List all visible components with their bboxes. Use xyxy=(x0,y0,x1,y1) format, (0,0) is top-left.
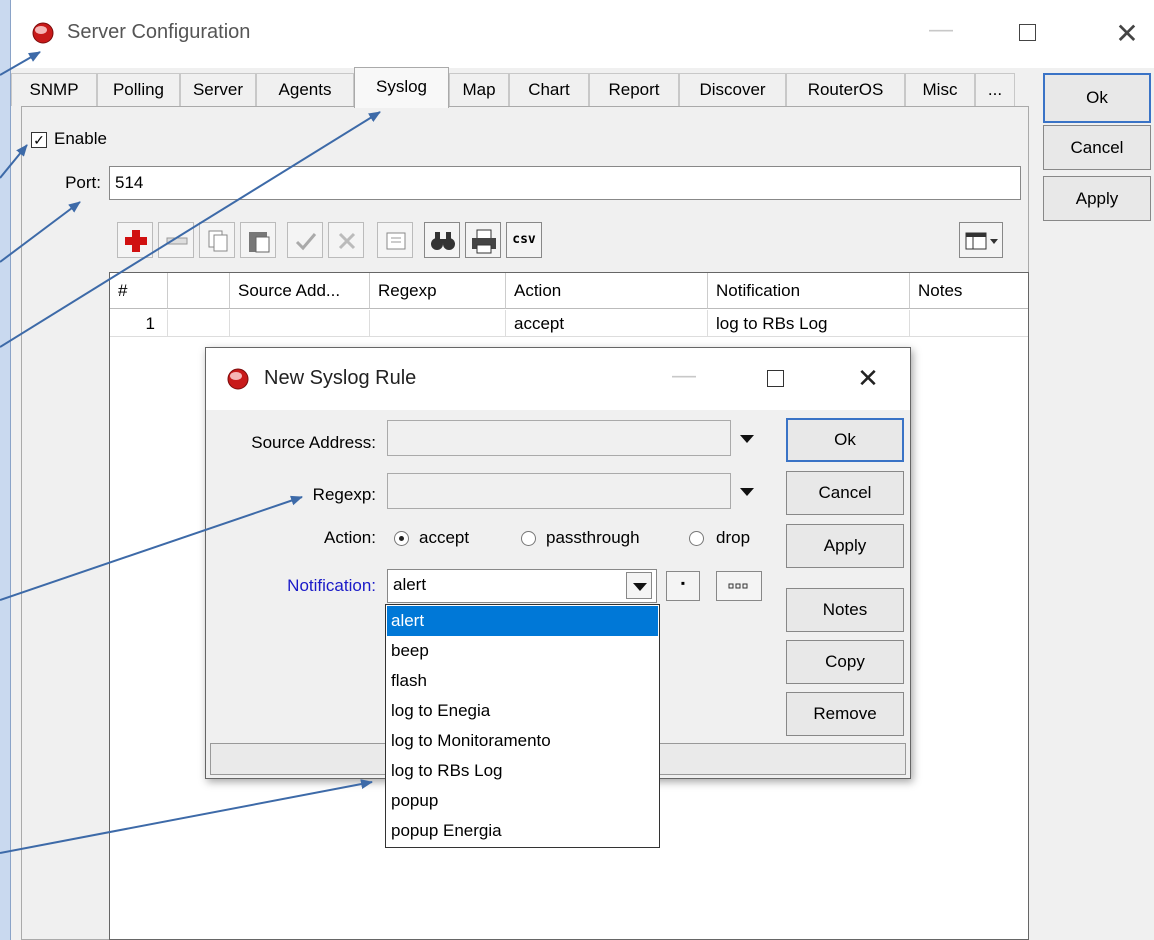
notification-more-button[interactable] xyxy=(716,571,762,601)
dialog-title-bar: New Syslog Rule — ✕ xyxy=(206,348,910,410)
table-row-notification[interactable]: log to RBs Log xyxy=(708,310,910,337)
action-label: Action: xyxy=(324,528,376,547)
enable-label: Enable xyxy=(54,129,107,148)
option-log-to-enegia[interactable]: log to Enegia xyxy=(387,696,658,726)
table-row-source-address[interactable] xyxy=(230,310,370,337)
column-header-number[interactable]: # xyxy=(110,273,168,309)
tab-polling[interactable]: Polling xyxy=(97,73,180,106)
csv-icon[interactable]: csv xyxy=(506,222,542,258)
maximize-icon[interactable] xyxy=(767,370,784,387)
regexp-input[interactable] xyxy=(387,473,731,509)
option-log-to-rbs-log[interactable]: log to RBs Log xyxy=(387,756,658,786)
notification-dropdown-list: alert beep flash log to Enegia log to Mo… xyxy=(385,604,660,848)
close-icon[interactable]: ✕ xyxy=(848,363,888,394)
action-passthrough-label: passthrough xyxy=(546,528,640,547)
tab-server[interactable]: Server xyxy=(180,73,256,106)
copy-icon[interactable] xyxy=(199,222,235,258)
action-drop-radio[interactable] xyxy=(689,531,704,546)
ok-button[interactable]: Ok xyxy=(1043,73,1151,123)
comment-icon[interactable] xyxy=(377,222,413,258)
regexp-label: Regexp: xyxy=(312,485,376,504)
option-beep[interactable]: beep xyxy=(387,636,658,666)
dialog-remove-button[interactable]: Remove xyxy=(786,692,904,736)
tab-agents[interactable]: Agents xyxy=(256,73,354,106)
print-icon[interactable] xyxy=(465,222,501,258)
tab-misc[interactable]: Misc xyxy=(905,73,975,106)
minimize-icon[interactable]: — xyxy=(664,362,704,390)
close-icon[interactable]: ✕ xyxy=(1107,17,1147,50)
dialog-copy-button[interactable]: Copy xyxy=(786,640,904,684)
column-header-notification[interactable]: Notification xyxy=(708,273,910,309)
option-flash[interactable]: flash xyxy=(387,666,658,696)
cancel-button[interactable]: Cancel xyxy=(1043,125,1151,170)
remove-icon[interactable] xyxy=(158,222,194,258)
action-passthrough-radio[interactable] xyxy=(521,531,536,546)
tab-report[interactable]: Report xyxy=(589,73,679,106)
enable-checkbox[interactable]: ✓ xyxy=(31,132,47,148)
tab-discover[interactable]: Discover xyxy=(679,73,786,106)
option-popup-energia[interactable]: popup Energia xyxy=(387,816,658,846)
column-header-regexp[interactable]: Regexp xyxy=(370,273,506,309)
dialog-apply-button[interactable]: Apply xyxy=(786,524,904,568)
source-address-dropdown-icon[interactable] xyxy=(738,433,756,445)
table-row-regexp[interactable] xyxy=(370,310,506,337)
paste-icon[interactable] xyxy=(240,222,276,258)
option-popup[interactable]: popup xyxy=(387,786,658,816)
minimize-icon[interactable]: — xyxy=(921,16,961,44)
regexp-dropdown-icon[interactable] xyxy=(738,486,756,498)
tab-routeros[interactable]: RouterOS xyxy=(786,73,905,106)
tab-more[interactable]: ... xyxy=(975,73,1015,106)
title-bar: Server Configuration — ✕ xyxy=(11,0,1154,68)
apply-button[interactable]: Apply xyxy=(1043,176,1151,221)
columns-icon[interactable] xyxy=(959,222,1003,258)
app-logo-icon xyxy=(32,22,54,44)
table-row-notes[interactable] xyxy=(910,310,1028,337)
dialog-notes-button[interactable]: Notes xyxy=(786,588,904,632)
notification-select[interactable]: alert xyxy=(387,569,657,603)
option-log-to-monitoramento[interactable]: log to Monitoramento xyxy=(387,726,658,756)
table-row-number[interactable]: 1 xyxy=(110,310,168,337)
dialog-ok-button[interactable]: Ok xyxy=(786,418,904,462)
find-icon[interactable] xyxy=(424,222,460,258)
source-address-input[interactable] xyxy=(387,420,731,456)
add-icon[interactable] xyxy=(117,222,153,258)
maximize-icon[interactable] xyxy=(1019,24,1036,41)
column-header-source-address[interactable]: Source Add... xyxy=(230,273,370,309)
action-accept-radio[interactable] xyxy=(394,531,409,546)
option-alert[interactable]: alert xyxy=(387,606,658,636)
notification-label: Notification: xyxy=(287,576,376,595)
column-header-action[interactable]: Action xyxy=(506,273,708,309)
window-title: Server Configuration xyxy=(67,21,251,43)
port-input[interactable]: 514 xyxy=(109,166,1021,200)
enable-icon[interactable] xyxy=(287,222,323,258)
disable-icon[interactable] xyxy=(328,222,364,258)
column-header-flags[interactable] xyxy=(168,273,230,309)
dialog-title: New Syslog Rule xyxy=(264,367,417,389)
action-accept-label: accept xyxy=(419,528,470,547)
port-label: Port: xyxy=(65,173,101,192)
table-row-flags[interactable] xyxy=(168,310,230,337)
action-drop-label: drop xyxy=(716,528,751,547)
notification-dropdown-icon[interactable] xyxy=(626,572,652,599)
column-header-notes[interactable]: Notes xyxy=(910,273,1028,309)
tab-map[interactable]: Map xyxy=(449,73,509,106)
tab-chart[interactable]: Chart xyxy=(509,73,589,106)
dialog-cancel-button[interactable]: Cancel xyxy=(786,471,904,515)
tab-syslog[interactable]: Syslog xyxy=(354,67,449,108)
source-address-label: Source Address: xyxy=(251,433,376,452)
table-row-action[interactable]: accept xyxy=(506,310,708,337)
tab-snmp[interactable]: SNMP xyxy=(11,73,97,106)
notification-edit-button[interactable]: ▪ xyxy=(666,571,700,601)
app-logo-icon xyxy=(227,368,249,390)
